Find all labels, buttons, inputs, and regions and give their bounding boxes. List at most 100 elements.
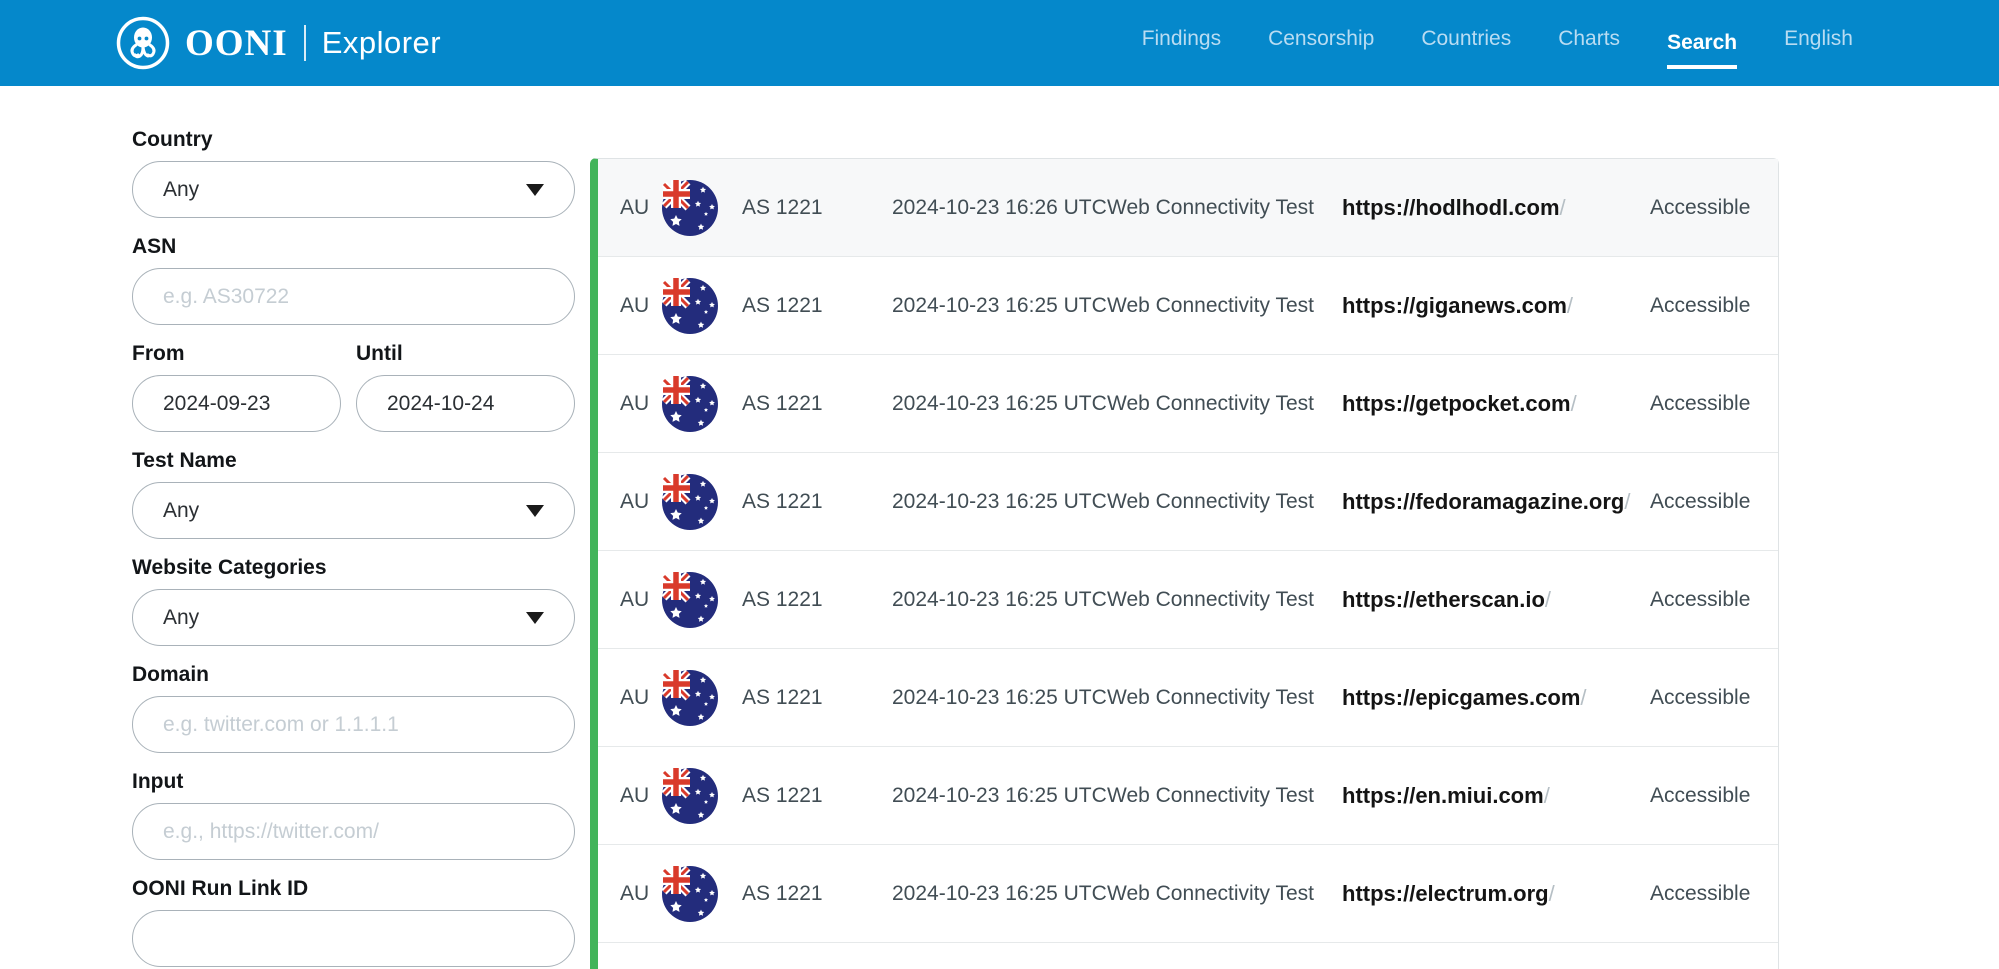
from-label: From <box>132 342 341 366</box>
brand-name: OONI <box>185 22 288 65</box>
status-badge: Accessible <box>1638 686 1778 710</box>
test-name-value: Web Connectivity Test <box>1107 294 1342 318</box>
website-categories-select[interactable]: Any <box>132 589 575 646</box>
chevron-down-icon <box>526 612 544 624</box>
website-categories-field: Website Categories Any <box>132 556 575 646</box>
country-code: AU <box>612 196 662 220</box>
measurement-row[interactable]: AU <box>598 649 1778 747</box>
app-header: OONI Explorer Findings Censorship Countrie… <box>0 0 1999 86</box>
measurement-url: https://electrum.org/ <box>1342 881 1638 907</box>
measurement-row[interactable]: AU <box>598 551 1778 649</box>
domain-input[interactable] <box>132 696 575 753</box>
nav-findings[interactable]: Findings <box>1142 27 1221 59</box>
measurement-row[interactable]: AU <box>598 453 1778 551</box>
measurement-url: https://hodlhodl.com/ <box>1342 195 1638 221</box>
nav-english[interactable]: English <box>1784 27 1853 59</box>
australia-flag-icon <box>662 180 742 236</box>
domain-field: Domain <box>132 663 575 753</box>
status-badge: Accessible <box>1638 490 1778 514</box>
country-select[interactable]: Any <box>132 161 575 218</box>
domain-label: Domain <box>132 663 575 687</box>
website-categories-label: Website Categories <box>132 556 575 580</box>
nav-countries[interactable]: Countries <box>1421 27 1511 59</box>
country-code: AU <box>612 294 662 318</box>
australia-flag-icon <box>662 768 742 824</box>
asn-value: AS 1221 <box>742 588 892 612</box>
main-nav: FindingsCensorshipCountriesChartsSearchE… <box>1142 27 1853 59</box>
measurement-row[interactable]: AU <box>598 159 1778 257</box>
measurement-row[interactable]: AU <box>598 747 1778 845</box>
status-badge: Accessible <box>1638 196 1778 220</box>
ooni-explorer-search-page: OONI Explorer Findings Censorship Countrie… <box>0 0 1999 969</box>
website-categories-select-value: Any <box>163 606 199 630</box>
brand-divider <box>304 25 306 61</box>
measurement-date: 2024-10-23 16:25 UTC <box>892 784 1107 808</box>
test-name-label: Test Name <box>132 449 575 473</box>
measurement-date: 2024-10-23 16:25 UTC <box>892 392 1107 416</box>
date-range-row: From Until <box>132 342 575 432</box>
measurement-row[interactable]: AU <box>598 355 1778 453</box>
australia-flag-icon <box>662 572 742 628</box>
input-field: Input <box>132 770 575 860</box>
australia-flag-icon <box>662 866 742 922</box>
australia-flag-icon <box>662 376 742 432</box>
asn-value: AS 1221 <box>742 686 892 710</box>
measurement-row[interactable]: AU <box>598 257 1778 355</box>
nav-charts[interactable]: Charts <box>1558 27 1620 59</box>
country-code: AU <box>612 686 662 710</box>
ooni-run-link-id-field: OONI Run Link ID <box>132 877 575 967</box>
measurement-date: 2024-10-23 16:25 UTC <box>892 882 1107 906</box>
measurement-date: 2024-10-23 16:26 UTC <box>892 196 1107 220</box>
australia-flag-icon <box>662 474 742 530</box>
asn-field: ASN <box>132 235 575 325</box>
status-badge: Accessible <box>1638 392 1778 416</box>
ooni-run-link-id-input[interactable] <box>132 910 575 967</box>
chevron-down-icon <box>526 505 544 517</box>
test-name-select[interactable]: Any <box>132 482 575 539</box>
country-code: AU <box>612 784 662 808</box>
asn-label: ASN <box>132 235 575 259</box>
test-name-value: Web Connectivity Test <box>1107 392 1342 416</box>
nav-censorship[interactable]: Censorship <box>1268 27 1374 59</box>
asn-value: AS 1221 <box>742 294 892 318</box>
australia-flag-icon <box>662 278 742 334</box>
results-list: AU <box>590 158 1779 969</box>
measurement-url: https://en.miui.com/ <box>1342 783 1638 809</box>
asn-value: AS 1221 <box>742 196 892 220</box>
asn-value: AS 1221 <box>742 490 892 514</box>
input-label: Input <box>132 770 575 794</box>
test-name-value: Web Connectivity Test <box>1107 588 1342 612</box>
brand-product: Explorer <box>322 25 441 61</box>
test-name-field: Test Name Any <box>132 449 575 539</box>
nav-search[interactable]: Search <box>1667 31 1737 69</box>
asn-input[interactable] <box>132 268 575 325</box>
test-name-select-value: Any <box>163 499 199 523</box>
country-field: Country Any <box>132 128 575 218</box>
asn-value: AS 1221 <box>742 784 892 808</box>
input-url-input[interactable] <box>132 803 575 860</box>
measurement-row-partial[interactable] <box>598 943 1778 969</box>
measurement-url: https://etherscan.io/ <box>1342 587 1638 613</box>
from-date-input[interactable] <box>132 375 341 432</box>
test-name-value: Web Connectivity Test <box>1107 490 1342 514</box>
measurement-date: 2024-10-23 16:25 UTC <box>892 588 1107 612</box>
asn-value: AS 1221 <box>742 392 892 416</box>
brand-logo[interactable]: OONI Explorer <box>115 15 441 71</box>
measurement-url: https://epicgames.com/ <box>1342 685 1638 711</box>
status-badge: Accessible <box>1638 294 1778 318</box>
test-name-value: Web Connectivity Test <box>1107 196 1342 220</box>
measurement-date: 2024-10-23 16:25 UTC <box>892 294 1107 318</box>
status-badge: Accessible <box>1638 882 1778 906</box>
ooni-run-link-id-label: OONI Run Link ID <box>132 877 575 901</box>
measurement-date: 2024-10-23 16:25 UTC <box>892 490 1107 514</box>
measurement-row[interactable]: AU <box>598 845 1778 943</box>
ooni-octopus-logo-icon <box>115 15 171 71</box>
country-label: Country <box>132 128 575 152</box>
country-code: AU <box>612 882 662 906</box>
country-code: AU <box>612 392 662 416</box>
until-field: Until <box>356 342 575 432</box>
until-date-input[interactable] <box>356 375 575 432</box>
australia-flag-icon <box>662 670 742 726</box>
measurement-date: 2024-10-23 16:25 UTC <box>892 686 1107 710</box>
from-field: From <box>132 342 341 432</box>
